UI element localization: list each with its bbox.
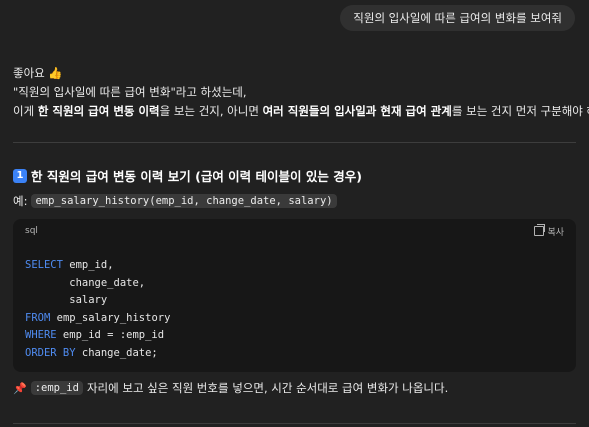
- section-title: 한 직원의 급여 변동 이력 보기 (급여 이력 테이블이 있는 경우): [31, 169, 362, 184]
- copy-icon: [534, 224, 546, 236]
- sql-keyword: WHERE: [25, 329, 57, 341]
- code-text: salary: [25, 294, 108, 306]
- code-text: emp_salary_history: [50, 311, 171, 324]
- example-inline-code: emp_salary_history(emp_id, change_date, …: [31, 194, 337, 208]
- number-one-icon: 1: [13, 168, 27, 183]
- sql-keyword: SELECT: [25, 259, 63, 271]
- code-line: FROM emp_salary_history: [25, 312, 170, 324]
- copy-button[interactable]: 복사: [534, 224, 564, 238]
- thumbs-up-icon: 👍: [48, 66, 63, 80]
- section-heading: 1 한 직원의 급여 변동 이력 보기 (급여 이력 테이블이 있는 경우): [13, 166, 362, 185]
- code-line: WHERE emp_id = :emp_id: [25, 329, 164, 341]
- divider: [13, 142, 576, 143]
- note-inline-code: :emp_id: [30, 381, 83, 395]
- bold-fragment: 여러 직원들의 입사일과 현재 급여 관계: [262, 104, 452, 118]
- code-text: change_date,: [25, 276, 146, 289]
- pushpin-icon: 📌: [13, 381, 27, 395]
- user-message-bubble: 직원의 입사일에 따른 급여의 변화를 보여줘: [340, 5, 575, 31]
- sql-keyword: FROM: [25, 311, 51, 324]
- divider: [13, 423, 576, 424]
- code-line: ORDER BY change_date;: [25, 347, 158, 359]
- code-block-header: sql 복사: [13, 219, 576, 243]
- copy-button-label: 복사: [547, 227, 564, 238]
- code-text: emp_id,: [62, 259, 114, 271]
- note-text: 자리에 보고 싶은 직원 번호를 넣으면, 시간 순서대로 급여 변화가 나옵니…: [86, 381, 449, 395]
- code-language-label: sql: [25, 226, 38, 236]
- code-line: change_date,: [25, 277, 145, 289]
- example-line: 예: emp_salary_history(emp_id, change_dat…: [13, 193, 337, 209]
- greeting-text: 좋아요: [13, 66, 45, 80]
- code-line: salary: [25, 294, 107, 306]
- reply-line-3: 이게 한 직원의 급여 변동 이력을 보는 건지, 아니면 여러 직원들의 입사…: [13, 102, 589, 121]
- text-fragment: 이게: [13, 104, 38, 118]
- code-text: emp_id = :emp_id: [56, 329, 165, 341]
- reply-line-2: "직원의 입사일에 따른 급여 변화"라고 하셨는데,: [13, 85, 247, 99]
- sql-keyword: ORDER BY: [25, 346, 76, 359]
- text-fragment: 을 보는 건지, 아니면: [159, 104, 263, 118]
- code-content: SELECT emp_id, change_date, salary FROM …: [13, 243, 576, 362]
- note-line: 📌 :emp_id 자리에 보고 싶은 직원 번호를 넣으면, 시간 순서대로 …: [13, 380, 448, 396]
- bold-fragment: 한 직원의 급여 변동 이력: [37, 104, 160, 118]
- code-block: sql 복사 SELECT emp_id, change_date, salar…: [13, 219, 576, 372]
- assistant-reply-intro: 좋아요 👍 "직원의 입사일에 따른 급여 변화"라고 하셨는데, 이게 한 직…: [13, 64, 589, 121]
- example-label: 예:: [13, 194, 28, 208]
- code-text: change_date;: [75, 346, 158, 359]
- code-line: SELECT emp_id,: [25, 259, 114, 271]
- text-fragment: 를 보는 건지 먼저 구분해야 해요.: [451, 104, 589, 118]
